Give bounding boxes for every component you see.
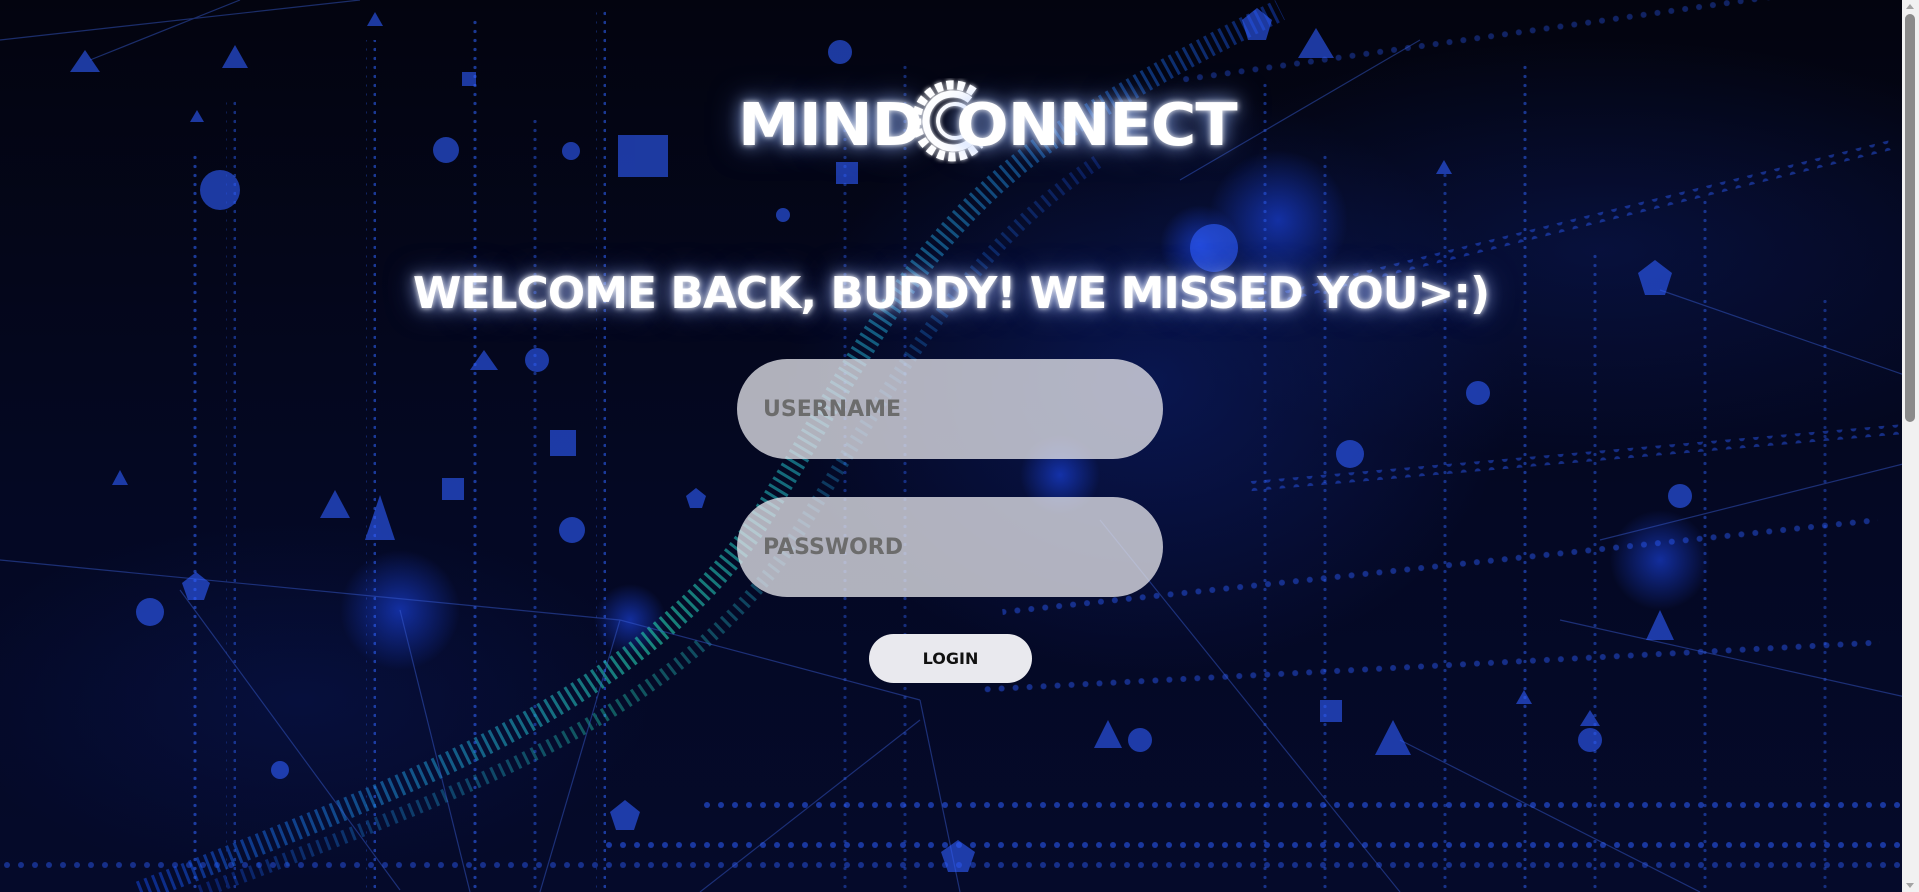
password-input[interactable] <box>737 497 1163 597</box>
page-scrollbar[interactable] <box>1902 0 1919 892</box>
scroll-thumb[interactable] <box>1905 14 1915 422</box>
logo-text-mind: MIND <box>738 89 923 160</box>
scroll-down-arrow-icon[interactable] <box>1906 883 1914 888</box>
logo-text-onnect: ONNECT <box>956 89 1238 160</box>
welcome-heading: WELCOME BACK, BUDDY! WE MISSED YOU>:) <box>412 268 1490 319</box>
username-input[interactable] <box>737 359 1163 459</box>
login-button[interactable]: LOGIN <box>869 634 1032 683</box>
mind-connect-logo: MIND ONNECT <box>738 78 1238 168</box>
scroll-up-arrow-icon[interactable] <box>1906 4 1914 9</box>
login-page: MIND ONNECT WELCOME BACK, BUDDY! WE MISS… <box>0 0 1919 892</box>
